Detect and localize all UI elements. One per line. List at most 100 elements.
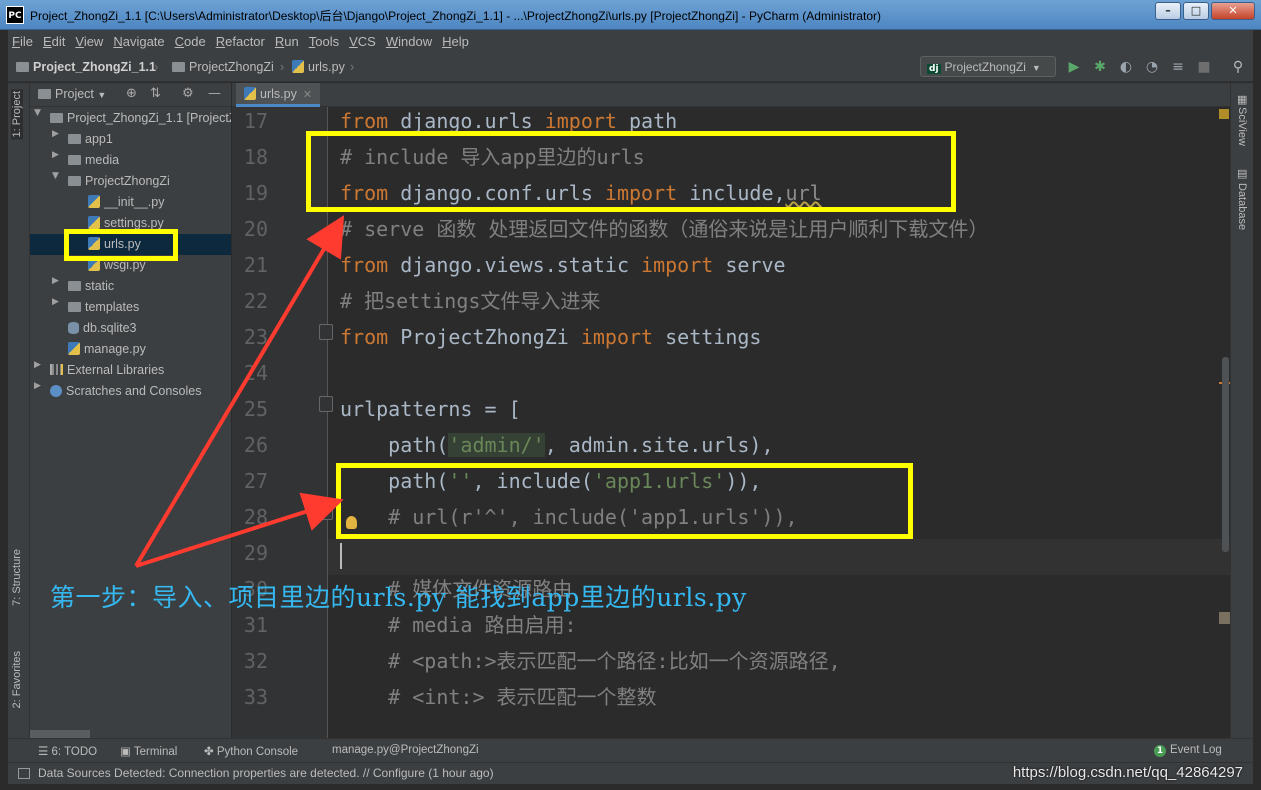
favorites-tool-button[interactable]: 2: Favorites: [11, 651, 23, 708]
window-title: Project_ZhongZi_1.1 [C:\Users\Administra…: [30, 9, 881, 23]
event-log-button[interactable]: 1 Event Log: [1154, 744, 1222, 757]
debug-icon[interactable]: ✱: [1092, 59, 1108, 75]
line-number: 18: [243, 145, 268, 169]
code-line-21: from django.views.static import serve: [340, 253, 786, 277]
search-icon[interactable]: ⚲: [1230, 59, 1246, 75]
menu-edit[interactable]: Edit: [43, 34, 65, 49]
run-icon[interactable]: ▶: [1066, 59, 1082, 75]
vertical-scrollbar[interactable]: [1222, 357, 1229, 552]
concurrency-icon[interactable]: ≡: [1170, 59, 1186, 75]
sciview-icon: ▦: [1237, 93, 1248, 106]
hide-panel-icon[interactable]: —: [208, 86, 221, 101]
window-controls: – □ ✕: [1155, 2, 1255, 20]
code-line-23: from ProjectZhongZi import settings: [340, 325, 762, 349]
menu-help[interactable]: Help: [442, 34, 469, 49]
tree-item-label: settings.py: [104, 216, 164, 230]
tree-item-media[interactable]: ▶ media: [30, 150, 231, 171]
terminal-tool-button[interactable]: ▣ Terminal: [120, 744, 177, 758]
pycharm-app-icon: PC: [6, 6, 24, 24]
horizontal-scrollbar[interactable]: [30, 730, 90, 738]
menu-navigate[interactable]: Navigate: [113, 34, 164, 49]
menu-bar: File Edit View Navigate Code Refactor Ru…: [8, 30, 1253, 52]
line-number: 19: [243, 181, 268, 205]
tree-item-manage-py[interactable]: manage.py: [30, 339, 231, 360]
project-tool-button[interactable]: 1: Project: [11, 89, 23, 140]
pycharm-window: PC Project_ZhongZi_1.1 [C:\Users\Adminis…: [0, 0, 1261, 790]
tree-item-db-sqlite3[interactable]: db.sqlite3: [30, 318, 231, 339]
fold-marker-icon[interactable]: [319, 396, 333, 412]
fold-marker-icon[interactable]: [319, 324, 333, 340]
manage-py-tool-button[interactable]: manage.py@ProjectZhongZi: [332, 744, 479, 756]
fold-marker-icon[interactable]: [319, 504, 333, 520]
left-tool-strip: 1: Project 7: Structure 2: Favorites: [8, 83, 30, 738]
sciview-tool-button[interactable]: SciView: [1236, 107, 1248, 146]
folder-icon: [50, 113, 63, 123]
line-number: 24: [243, 361, 268, 385]
collapse-all-icon[interactable]: ⇅: [150, 86, 161, 101]
menu-refactor[interactable]: Refactor: [216, 34, 265, 49]
tree-item-templates[interactable]: ▶ templates: [30, 297, 231, 318]
tree-item-app1[interactable]: ▶ app1: [30, 129, 231, 150]
python-console-tool-button[interactable]: ✤ Python Console: [204, 744, 298, 758]
folder-icon: [68, 176, 81, 186]
line-number: 33: [243, 685, 268, 709]
breadcrumb-folder[interactable]: ProjectZhongZi: [172, 60, 274, 74]
menu-tools[interactable]: Tools: [309, 34, 339, 49]
close-tab-icon[interactable]: ✕: [303, 89, 312, 101]
minimize-button[interactable]: –: [1155, 2, 1181, 20]
stop-icon[interactable]: ■: [1196, 59, 1212, 75]
coverage-icon[interactable]: ◐: [1118, 59, 1134, 75]
scroll-from-source-icon[interactable]: ⊕: [126, 86, 137, 101]
status-message[interactable]: Data Sources Detected: Connection proper…: [38, 766, 494, 780]
menu-run[interactable]: Run: [275, 34, 299, 49]
database-icon: ▤: [1237, 167, 1248, 180]
python-file-icon: [88, 195, 100, 208]
editor-tab-bar: urls.py ✕: [232, 83, 1230, 107]
breadcrumb-project[interactable]: Project_ZhongZi_1.1: [16, 60, 156, 74]
database-icon: [68, 322, 79, 334]
highlight-box-import: [306, 131, 956, 212]
folder-icon: [68, 134, 81, 144]
navigation-bar: Project_ZhongZi_1.1 › ProjectZhongZi › u…: [8, 52, 1253, 82]
maximize-button[interactable]: □: [1183, 2, 1209, 20]
structure-tool-button[interactable]: 7: Structure: [11, 549, 23, 606]
tree-item-project-root[interactable]: ▼ Project_ZhongZi_1.1 [ProjectZhongZi]: [30, 108, 231, 129]
line-number: 25: [243, 397, 268, 421]
menu-code[interactable]: Code: [175, 34, 206, 49]
tree-item-label: manage.py: [84, 342, 146, 356]
breadcrumb-folder-label: ProjectZhongZi: [189, 60, 274, 74]
warning-marker-icon[interactable]: [1219, 109, 1229, 119]
tab-urls-py[interactable]: urls.py ✕: [236, 83, 321, 107]
menu-file[interactable]: File: [12, 34, 33, 49]
tree-item-projectzhongzi[interactable]: ▼ ProjectZhongZi: [30, 171, 231, 192]
chevron-down-icon: ▼: [97, 90, 107, 100]
tree-item-init-py[interactable]: __init__.py: [30, 192, 231, 213]
project-view-select[interactable]: Project ▼: [38, 87, 106, 101]
menu-window[interactable]: Window: [386, 34, 432, 49]
run-configuration-select[interactable]: dj ProjectZhongZi ▼: [920, 56, 1056, 77]
chevron-right-icon: ▶: [52, 150, 59, 160]
tool-windows-icon[interactable]: [18, 768, 30, 779]
menu-view[interactable]: View: [75, 34, 103, 49]
breadcrumb-file[interactable]: urls.py: [292, 60, 345, 74]
tree-item-scratches[interactable]: ▶ Scratches and Consoles: [30, 381, 231, 402]
tree-item-static[interactable]: ▶ static: [30, 276, 231, 297]
todo-tool-button[interactable]: ☰ 6: TODO: [38, 744, 97, 758]
python-console-label: Python Console: [216, 746, 299, 758]
database-tool-button[interactable]: Database: [1236, 183, 1248, 230]
profile-icon[interactable]: ◔: [1144, 59, 1160, 75]
tab-label: urls.py: [260, 87, 297, 101]
event-count-badge: 1: [1154, 745, 1166, 757]
code-line-20: # serve 函数 处理返回文件的函数（通俗来说是让用户顺利下载文件）: [340, 217, 989, 241]
menu-vcs[interactable]: VCS: [349, 34, 376, 49]
highlight-box-urls-file: [64, 229, 178, 261]
gear-icon[interactable]: ⚙: [182, 86, 194, 101]
folder-icon: [68, 155, 81, 165]
folder-icon: [38, 89, 51, 99]
project-panel-title: Project: [55, 87, 94, 101]
tree-item-label: media: [85, 153, 120, 167]
chevron-right-icon: ▶: [34, 360, 41, 370]
line-number: 17: [243, 109, 268, 133]
close-button[interactable]: ✕: [1211, 2, 1255, 20]
tree-item-external-libraries[interactable]: ▶ External Libraries: [30, 360, 231, 381]
